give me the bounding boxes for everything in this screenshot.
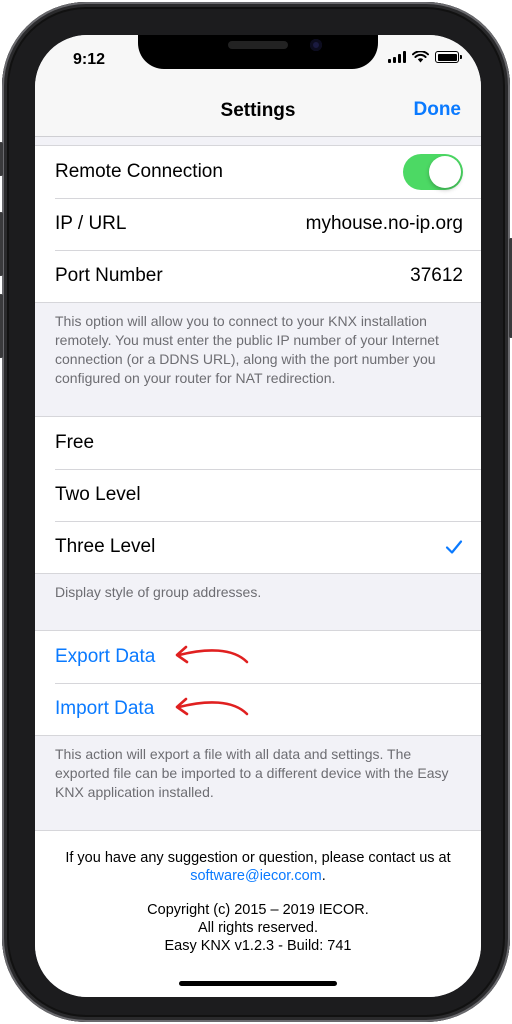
address-style-option-free[interactable]: Free — [35, 417, 481, 469]
screen: 9:12 Settings Done Remote Connection IP … — [35, 35, 481, 997]
battery-icon — [435, 51, 462, 63]
remote-connection-label: Remote Connection — [55, 161, 223, 182]
data-actions-note: This action will export a file with all … — [55, 746, 449, 800]
option-label: Two Level — [55, 484, 141, 505]
settings-content: Remote Connection IP / URL myhouse.no-ip… — [35, 137, 481, 997]
export-data-row[interactable]: Export Data — [35, 631, 481, 683]
contact-text: If you have any suggestion or question, … — [65, 850, 451, 866]
data-actions-group: Export Data Import Data — [35, 630, 481, 736]
annotation-arrow-export — [175, 645, 249, 664]
about-group: If you have any suggestion or question, … — [35, 830, 481, 997]
address-style-option-two-level[interactable]: Two Level — [35, 469, 481, 521]
option-label: Free — [55, 432, 95, 453]
annotation-arrow-import — [175, 697, 249, 716]
wifi-icon — [412, 51, 429, 63]
connection-note: This option will allow you to connect to… — [55, 313, 439, 386]
remote-connection-row: Remote Connection — [35, 146, 481, 198]
front-camera — [310, 39, 322, 51]
export-data-button[interactable]: Export Data — [55, 646, 155, 668]
remote-connection-toggle[interactable] — [403, 154, 463, 190]
home-indicator[interactable] — [179, 981, 337, 986]
about-section: If you have any suggestion or question, … — [35, 831, 481, 955]
version-text: Easy KNX v1.2.3 - Build: 741 — [164, 938, 352, 954]
import-data-row[interactable]: Import Data — [35, 683, 481, 735]
port-number-row[interactable]: Port Number 37612 — [35, 250, 481, 302]
toggle-knob — [429, 156, 461, 188]
address-style-group: Free Two Level Three Level — [35, 416, 481, 574]
port-number-label: Port Number — [55, 265, 163, 286]
connection-group: Remote Connection IP / URL myhouse.no-ip… — [35, 145, 481, 303]
ip-url-value[interactable]: myhouse.no-ip.org — [306, 213, 463, 235]
volume-down-button — [0, 294, 3, 358]
notch — [138, 35, 378, 69]
copyright-text: Copyright (c) 2015 – 2019 IECOR. — [147, 902, 369, 918]
ip-url-label: IP / URL — [55, 213, 127, 234]
checkmark-icon — [445, 540, 463, 554]
status-time: 9:12 — [73, 51, 106, 68]
navigation-bar: Settings Done — [35, 85, 481, 137]
ip-url-row[interactable]: IP / URL myhouse.no-ip.org — [35, 198, 481, 250]
contact-suffix: . — [321, 868, 326, 884]
port-number-value[interactable]: 37612 — [410, 265, 463, 287]
address-style-option-three-level[interactable]: Three Level — [35, 521, 481, 573]
status-icons — [388, 51, 462, 63]
address-style-note: Display style of group addresses. — [55, 584, 262, 600]
rights-text: All rights reserved. — [197, 920, 319, 936]
copyright-paragraph: Copyright (c) 2015 – 2019 IECOR. All rig… — [51, 901, 465, 955]
volume-up-button — [0, 212, 3, 276]
top-spacer — [35, 137, 481, 145]
import-data-button[interactable]: Import Data — [55, 698, 154, 720]
contact-paragraph: If you have any suggestion or question, … — [51, 849, 465, 885]
cellular-signal-icon — [388, 51, 406, 63]
contact-email-link[interactable]: software@iecor.com — [190, 868, 322, 884]
silent-switch — [0, 142, 3, 176]
done-button[interactable]: Done — [414, 99, 462, 121]
phone-frame: 9:12 Settings Done Remote Connection IP … — [0, 2, 512, 1022]
option-label: Three Level — [55, 536, 156, 557]
speaker-grille — [228, 41, 288, 49]
